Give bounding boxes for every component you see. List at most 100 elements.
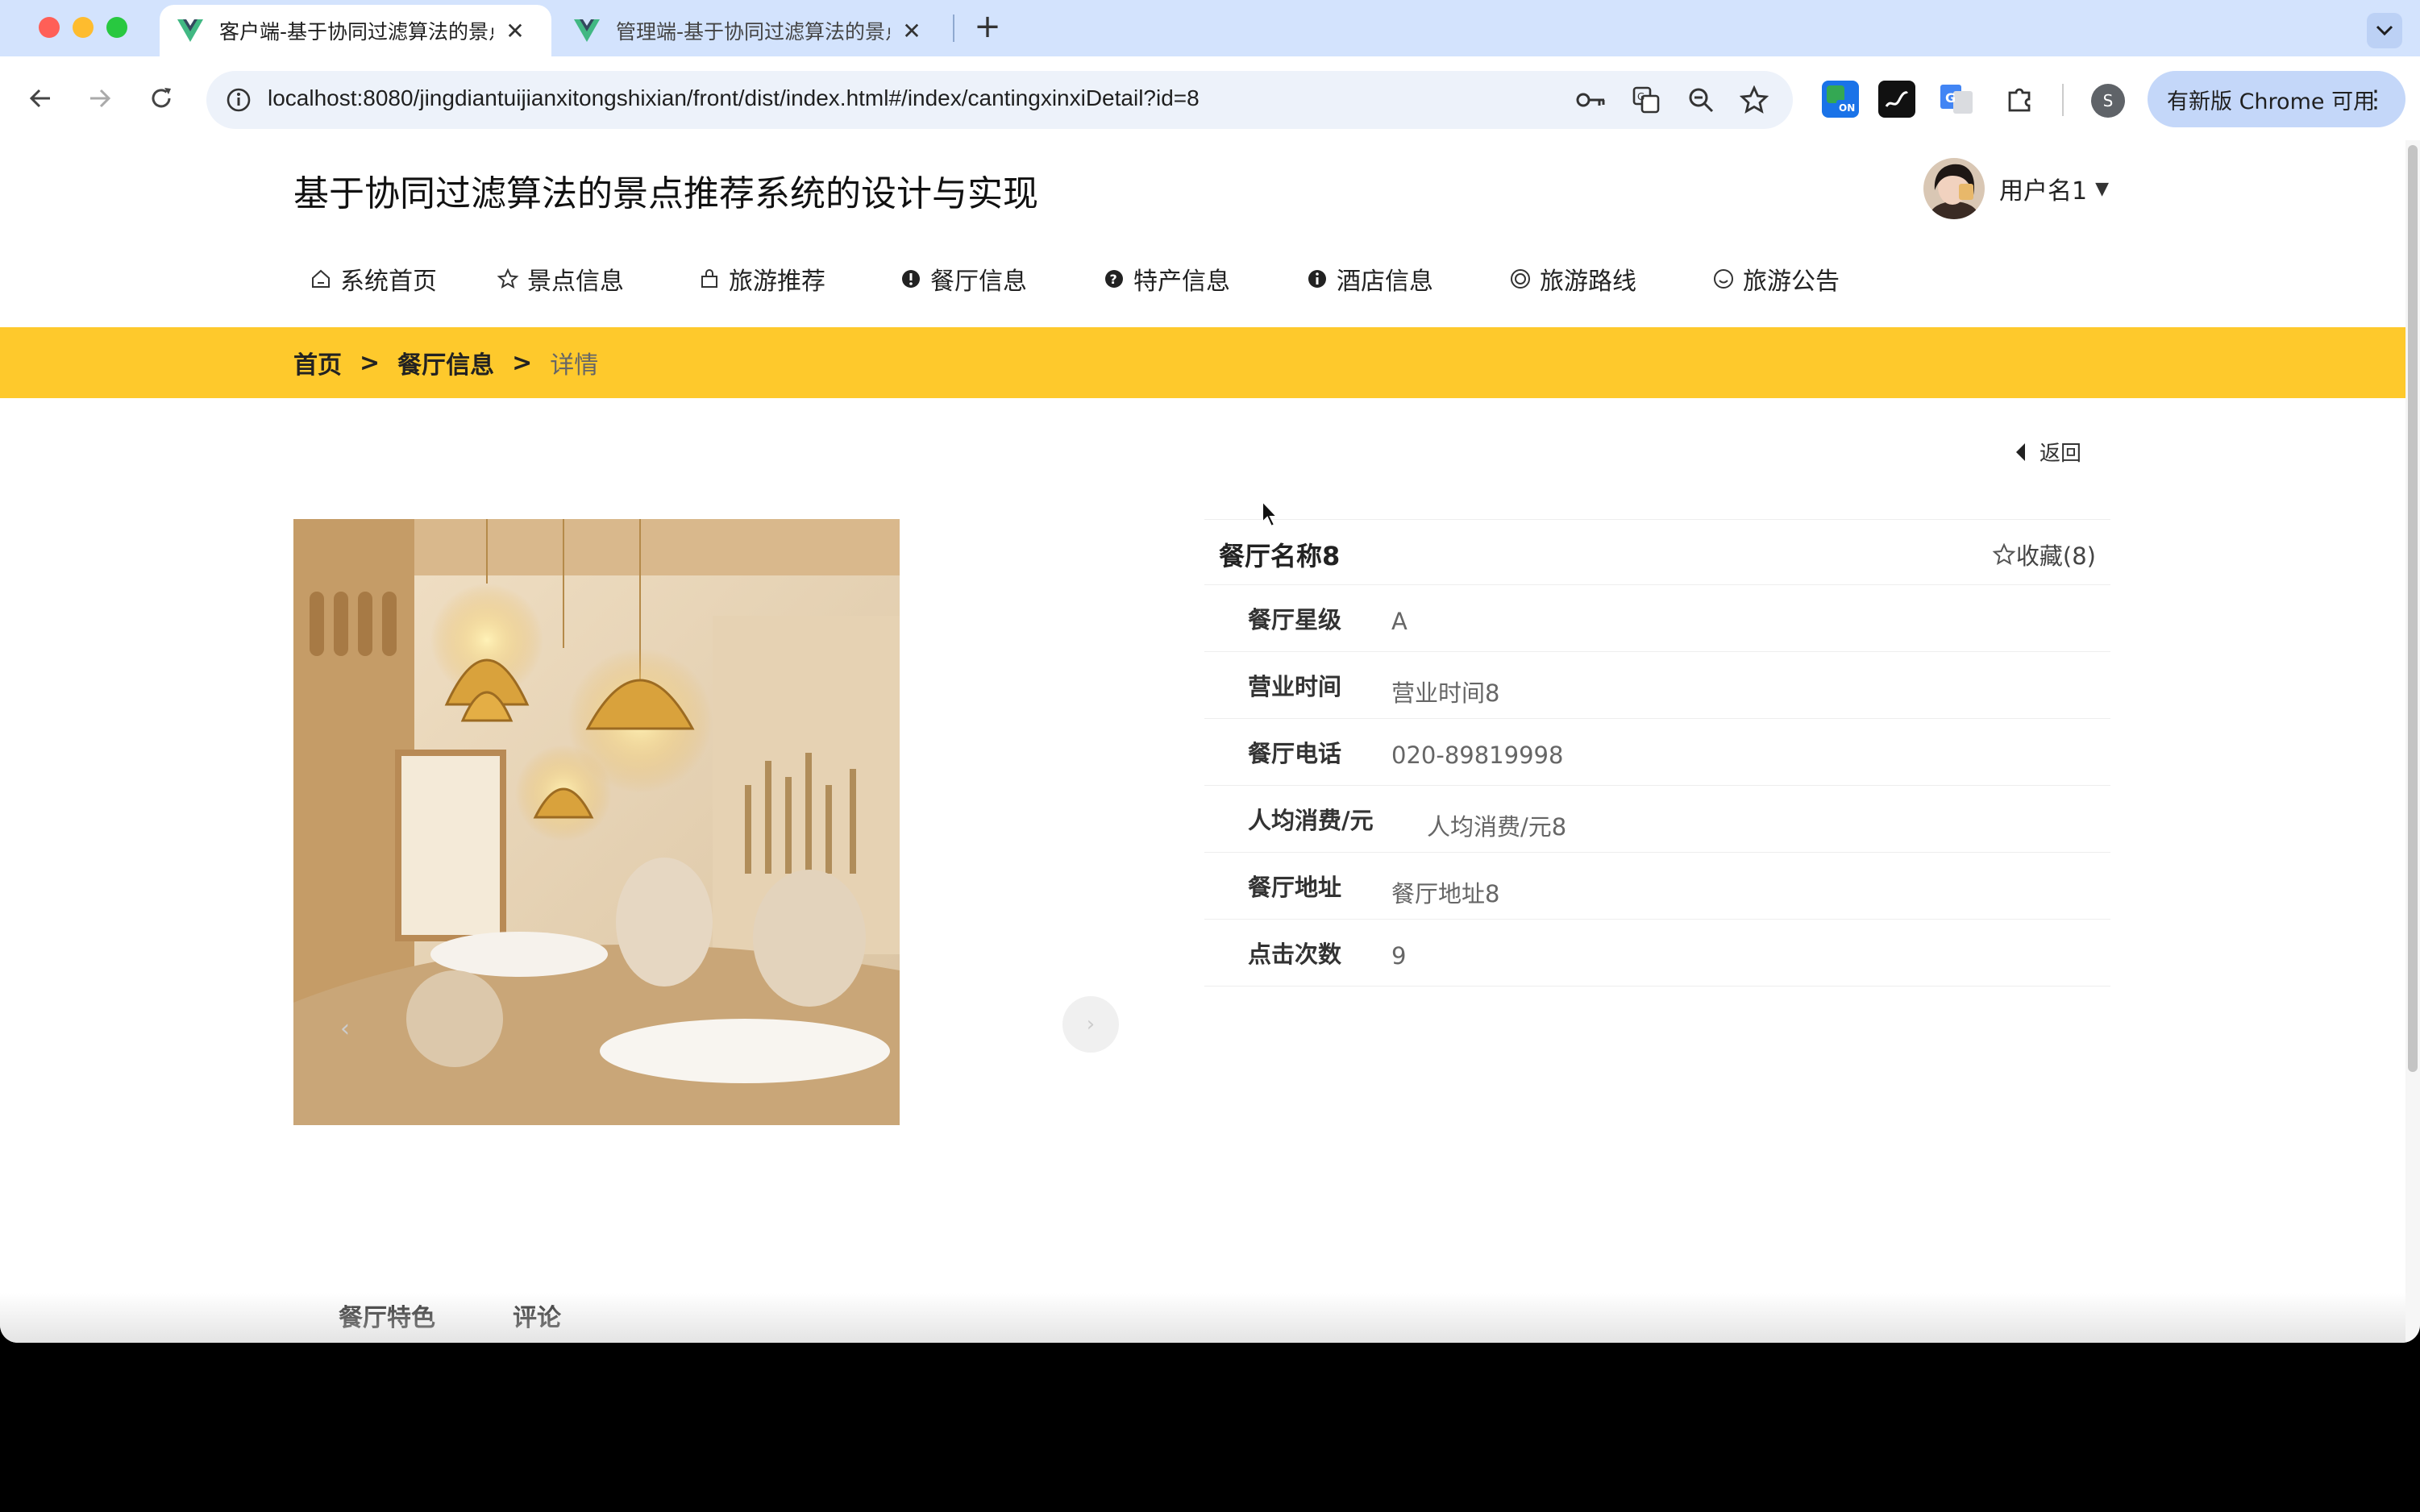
detail-row-star-rating: 餐厅星级 A: [1204, 585, 2110, 652]
browser-toolbar: localhost:8080/jingdiantuijianxitongshix…: [0, 56, 2420, 140]
translate-icon[interactable]: G: [1628, 82, 1664, 118]
url-text[interactable]: localhost:8080/jingdiantuijianxitongshix…: [268, 85, 1200, 111]
password-key-icon[interactable]: [1574, 82, 1609, 118]
nav-item-attractions[interactable]: 景点信息: [497, 261, 624, 297]
tab-features[interactable]: 餐厅特色: [339, 1298, 435, 1333]
avatar[interactable]: [1923, 158, 1985, 219]
vue-logo-icon: [574, 19, 600, 42]
extension-on-icon[interactable]: ON: [1822, 81, 1859, 118]
close-icon[interactable]: ✕: [501, 18, 529, 44]
question-circle-icon: ?: [1105, 270, 1123, 288]
field-label: 餐厅星级: [1248, 606, 1342, 633]
nav-item-recommend[interactable]: 旅游推荐: [698, 261, 825, 297]
detail-row-hours: 营业时间 营业时间8: [1204, 652, 2110, 719]
breadcrumb-section[interactable]: 餐厅信息: [397, 345, 494, 380]
carousel-next-button[interactable]: ›: [1062, 996, 1119, 1053]
nav-item-routes[interactable]: 旅游路线: [1509, 261, 1636, 297]
breadcrumb-home[interactable]: 首页: [293, 345, 342, 380]
svg-text:G: G: [1945, 90, 1956, 106]
browser-tab-title: 客户端-基于协同过滤算法的景点推荐系统的设计与实现: [219, 20, 493, 44]
arrow-right-icon: [90, 89, 111, 108]
user-menu[interactable]: 用户名1 ▼: [1923, 158, 2109, 219]
nav-item-home[interactable]: 系统首页: [310, 261, 437, 297]
star-icon: [497, 268, 519, 289]
field-value: 020-89819998: [1391, 741, 1564, 769]
vue-logo-icon: [177, 19, 203, 42]
extensions-puzzle-icon[interactable]: [2001, 81, 2038, 118]
nav-item-label: 酒店信息: [1337, 268, 1433, 296]
zoom-out-icon[interactable]: [1683, 82, 1719, 118]
smile-icon: [1714, 269, 1733, 289]
info-circle-icon: [1308, 270, 1326, 288]
mouse-cursor-icon: [1262, 500, 1279, 528]
carousel-prev-button[interactable]: ‹: [321, 1004, 369, 1053]
browser-window: 客户端-基于协同过滤算法的景点推荐系统的设计与实现 ✕ 管理端-基于协同过滤算法…: [0, 0, 2420, 1343]
tab-comments[interactable]: 评论: [513, 1298, 561, 1333]
favorite-button[interactable]: 收藏(8): [1992, 538, 2096, 571]
page-scrollbar[interactable]: [2405, 140, 2420, 1343]
back-nav-button[interactable]: [18, 76, 63, 121]
detail-row-address: 餐厅地址 餐厅地址8: [1204, 853, 2110, 920]
nav-item-label: 旅游推荐: [729, 268, 825, 296]
nav-item-restaurants[interactable]: 餐厅信息: [900, 261, 1027, 297]
chrome-update-label: 有新版 Chrome 可用: [2167, 89, 2376, 114]
nav-item-specialties[interactable]: ? 特产信息: [1103, 261, 1230, 297]
breadcrumb-separator: >: [360, 348, 380, 377]
site-info-icon[interactable]: [221, 82, 256, 118]
nav-item-label: 旅游公告: [1743, 268, 1840, 296]
breadcrumb-current: 详情: [550, 351, 599, 380]
scrollbar-thumb[interactable]: [2408, 145, 2418, 1072]
nav-item-label: 餐厅信息: [930, 268, 1027, 296]
new-tab-button[interactable]: +: [967, 8, 1008, 45]
tab-search-button[interactable]: [2367, 13, 2402, 48]
chrome-update-button[interactable]: 有新版 Chrome 可用 ⋮: [2148, 71, 2405, 127]
more-vert-icon[interactable]: ⋮: [2364, 85, 2388, 114]
detail-tabs: 餐厅特色 评论: [339, 1298, 638, 1333]
tab-bar: 客户端-基于协同过滤算法的景点推荐系统的设计与实现 ✕ 管理端-基于协同过滤算法…: [0, 0, 2420, 56]
nav-item-label: 特产信息: [1133, 268, 1230, 296]
back-button[interactable]: 返回: [2014, 437, 2081, 467]
browser-tab-admin[interactable]: 管理端-基于协同过滤算法的景点推荐系统的设计与实现 ✕: [556, 5, 946, 56]
bookmark-star-icon[interactable]: [1736, 82, 1772, 118]
address-bar[interactable]: localhost:8080/jingdiantuijianxitongshix…: [206, 71, 1793, 129]
svg-text:?: ?: [1110, 272, 1117, 287]
nav-item-announcements[interactable]: 旅游公告: [1712, 261, 1840, 297]
favorite-label: 收藏(8): [2015, 542, 2096, 570]
forward-nav-button[interactable]: [77, 76, 123, 121]
bag-icon: [701, 269, 717, 288]
reload-button[interactable]: [139, 76, 184, 121]
reload-icon: [152, 88, 171, 108]
detail-header: 餐厅名称8 收藏(8): [1204, 519, 2110, 585]
alert-circle-icon: [902, 270, 920, 288]
close-icon[interactable]: ✕: [898, 18, 925, 44]
field-value: 餐厅地址8: [1391, 880, 1500, 908]
nav-item-label: 景点信息: [527, 268, 624, 296]
minimize-window-button[interactable]: [73, 17, 94, 38]
breadcrumb: 首页 > 餐厅信息 > 详情: [293, 345, 598, 380]
nav-item-hotels[interactable]: 酒店信息: [1306, 261, 1433, 297]
zoom-window-button[interactable]: [106, 17, 127, 38]
close-window-button[interactable]: [39, 17, 60, 38]
page-viewport: 基于协同过滤算法的景点推荐系统的设计与实现 用户名1 ▼ 系统首页 景点信息 旅…: [0, 140, 2405, 1343]
browser-tab-client[interactable]: 客户端-基于协同过滤算法的景点推荐系统的设计与实现 ✕: [160, 5, 551, 56]
home-icon: [312, 269, 330, 288]
field-label: 点击次数: [1248, 941, 1342, 968]
google-translate-icon[interactable]: G: [1938, 81, 1975, 118]
nav-item-label: 旅游路线: [1540, 268, 1636, 296]
detail-row-avg-cost: 人均消费/元 人均消费/元8: [1204, 786, 2110, 853]
profile-avatar[interactable]: S: [2091, 84, 2125, 118]
field-label: 餐厅地址: [1248, 874, 1342, 901]
caret-left-icon: [2016, 442, 2025, 461]
site-title: 基于协同过滤算法的景点推荐系统的设计与实现: [293, 173, 1038, 214]
user-name[interactable]: 用户名1: [1999, 171, 2087, 206]
field-label: 营业时间: [1248, 673, 1342, 700]
caret-down-icon[interactable]: ▼: [2095, 179, 2109, 199]
field-value: 营业时间8: [1391, 679, 1500, 707]
extension-pen-icon[interactable]: [1878, 81, 1915, 118]
restaurant-name: 餐厅名称8: [1219, 541, 1341, 571]
back-label: 返回: [2040, 442, 2082, 466]
chevron-down-icon: [2376, 25, 2393, 36]
target-icon: [1511, 269, 1530, 289]
breadcrumb-bar: 首页 > 餐厅信息 > 详情: [0, 327, 2405, 398]
breadcrumb-separator: >: [512, 348, 533, 377]
